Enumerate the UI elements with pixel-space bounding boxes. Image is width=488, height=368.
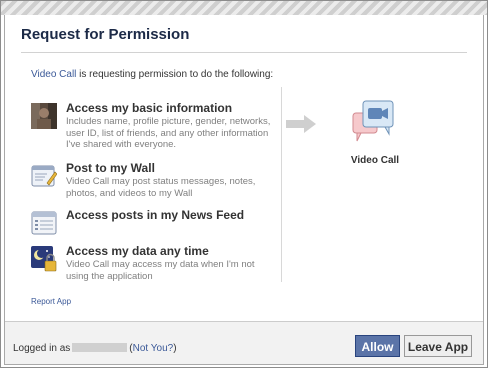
- permission-desc: Video Call may post status messages, not…: [66, 176, 256, 199]
- permission-title: Access my data any time: [66, 244, 209, 258]
- offline-access-icon: [31, 246, 57, 272]
- logged-in-status: Logged in as (Not You?): [13, 343, 177, 354]
- vertical-divider: [281, 87, 282, 282]
- window-top-stripes: [1, 1, 487, 15]
- window-frame: Request for Permission Video Call is req…: [0, 0, 488, 368]
- intro-text-body: is requesting permission to do the follo…: [76, 69, 274, 80]
- report-app-link[interactable]: Report App: [31, 297, 71, 306]
- permission-title: Post to my Wall: [66, 161, 155, 175]
- logged-in-label: Logged in as: [13, 343, 71, 354]
- permission-desc: Video Call may access my data when I'm n…: [66, 259, 255, 282]
- leave-app-button[interactable]: Leave App: [404, 335, 472, 357]
- news-feed-icon: [31, 211, 57, 235]
- permission-title: Access my basic information: [66, 101, 233, 115]
- permission-desc: Includes name, profile picture, gender, …: [66, 116, 271, 150]
- dialog-footer: Logged in as (Not You?) Allow Leave App: [5, 321, 483, 364]
- video-call-icon[interactable]: [351, 99, 401, 149]
- not-you-link[interactable]: Not You?: [133, 343, 174, 354]
- profile-photo-icon: [31, 103, 57, 129]
- intro-app-name[interactable]: Video Call: [31, 69, 76, 80]
- permission-dialog: Request for Permission Video Call is req…: [4, 15, 484, 365]
- allow-button[interactable]: Allow: [355, 335, 400, 357]
- dialog-title: Request for Permission: [21, 26, 190, 43]
- redacted-username: [72, 343, 128, 352]
- arrow-right-icon: [286, 115, 316, 133]
- app-name: Video Call: [350, 155, 400, 166]
- wall-post-icon: [31, 165, 57, 187]
- not-you-paren-close: ): [173, 343, 177, 354]
- intro-text: Video Call is requesting permission to d…: [31, 69, 273, 80]
- permission-title: Access posts in my News Feed: [66, 208, 245, 222]
- title-divider: [21, 52, 467, 53]
